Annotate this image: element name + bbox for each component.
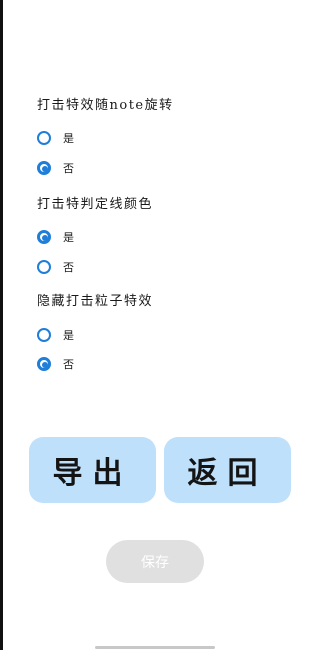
judge-color-yes-radio[interactable] — [37, 230, 51, 244]
hide-particles-yes-label: 是 — [63, 329, 74, 342]
rotate-effect-yes-label: 是 — [63, 132, 74, 145]
rotate-effect-option-yes[interactable]: 是 — [37, 128, 74, 148]
save-button[interactable]: 保存 — [106, 540, 204, 583]
export-button[interactable]: 导出 — [29, 437, 156, 503]
judge-color-option-no[interactable]: 否 — [37, 257, 74, 277]
rotate-effect-yes-radio[interactable] — [37, 131, 51, 145]
window-left-edge — [0, 0, 3, 650]
home-indicator[interactable] — [95, 646, 215, 649]
hide-particles-no-label: 否 — [63, 358, 74, 371]
judge-color-title: 打击特判定线颜色 — [37, 197, 154, 212]
hide-particles-yes-radio[interactable] — [37, 328, 51, 342]
judge-color-yes-label: 是 — [63, 231, 74, 244]
rotate-effect-no-radio[interactable] — [37, 161, 51, 175]
rotate-effect-title: 打击特效随note旋转 — [37, 98, 174, 113]
judge-color-option-yes[interactable]: 是 — [37, 227, 74, 247]
hide-particles-option-yes[interactable]: 是 — [37, 325, 74, 345]
hide-particles-no-radio[interactable] — [37, 357, 51, 371]
judge-color-no-label: 否 — [63, 261, 74, 274]
rotate-effect-no-label: 否 — [63, 162, 74, 175]
back-button[interactable]: 返回 — [164, 437, 291, 503]
hide-particles-title: 隐藏打击粒子特效 — [37, 294, 154, 309]
hide-particles-option-no[interactable]: 否 — [37, 354, 74, 374]
rotate-effect-option-no[interactable]: 否 — [37, 158, 74, 178]
judge-color-no-radio[interactable] — [37, 260, 51, 274]
